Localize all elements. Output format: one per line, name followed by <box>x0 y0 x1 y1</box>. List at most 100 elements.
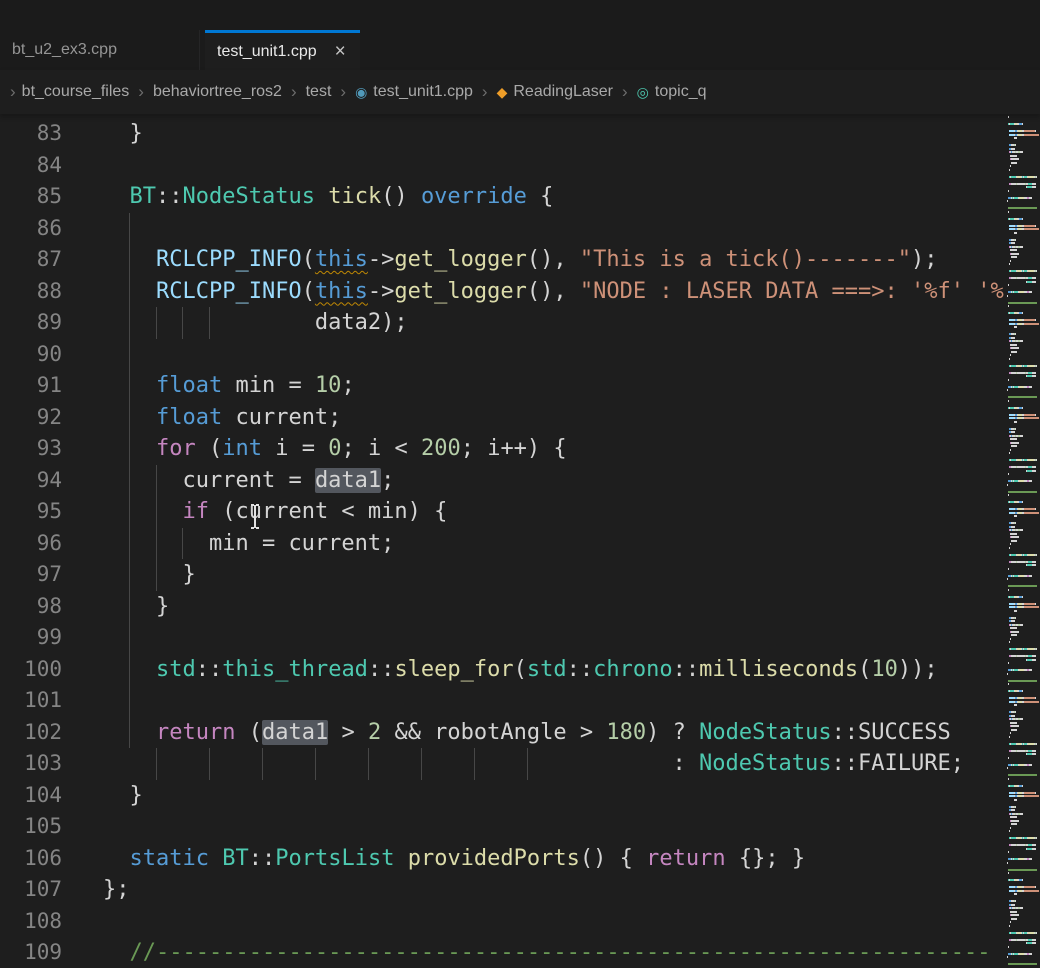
code-line[interactable]: 86 <box>0 213 1004 245</box>
code-text[interactable]: : NodeStatus::FAILURE; <box>62 748 1004 780</box>
vscode-window: bt_u2_ex3.cpp test_unit1.cpp × › bt_cour… <box>0 0 1040 968</box>
indent-guide <box>156 559 157 591</box>
line-number: 106 <box>0 843 62 875</box>
code-line[interactable]: 101 <box>0 685 1004 717</box>
indent-guide <box>156 748 157 780</box>
indent-guide <box>209 748 210 780</box>
breadcrumb-item-test-unit1-cpp[interactable]: ◉ test_unit1.cpp <box>355 83 473 101</box>
code-text[interactable]: } <box>62 780 1004 812</box>
tab-test-unit1-cpp[interactable]: test_unit1.cpp × <box>205 30 360 70</box>
code-text[interactable]: } <box>62 591 1004 623</box>
code-text[interactable]: RCLCPP_INFO(this->get_logger(), "This is… <box>62 244 1004 276</box>
code-line[interactable]: 97 } <box>0 559 1004 591</box>
code-text[interactable]: min = current; <box>62 528 1004 560</box>
breadcrumb-item-topic[interactable]: ◎ topic_q <box>637 83 707 101</box>
indent-guide <box>527 748 528 780</box>
indent-guide <box>129 402 130 434</box>
line-number: 105 <box>0 811 62 843</box>
code-line[interactable]: 90 <box>0 339 1004 371</box>
line-number: 104 <box>0 780 62 812</box>
code-text[interactable] <box>62 811 1004 843</box>
code-line[interactable]: 109 //----------------------------------… <box>0 937 1004 968</box>
code-line[interactable]: 105 <box>0 811 1004 843</box>
code-text[interactable]: current = data1; <box>62 465 1004 497</box>
code-line[interactable]: 85 BT::NodeStatus tick() override { <box>0 181 1004 213</box>
indent-guide <box>129 307 130 339</box>
close-tab-icon[interactable]: × <box>335 42 346 61</box>
breadcrumb-item-label: topic_q <box>655 83 707 101</box>
code-text[interactable]: float min = 10; <box>62 370 1004 402</box>
line-number: 99 <box>0 622 62 654</box>
breadcrumb-item-label: ReadingLaser <box>513 83 613 101</box>
indent-guide <box>262 748 263 780</box>
code-text[interactable] <box>62 339 1004 371</box>
breadcrumb-item-bt-course-files[interactable]: bt_course_files <box>22 83 130 101</box>
chevron-right-icon: › <box>340 82 346 102</box>
code-text[interactable] <box>62 685 1004 717</box>
breadcrumb: › bt_course_files › behaviortree_ros2 › … <box>0 70 1040 114</box>
code-line[interactable]: 83 } <box>0 118 1004 150</box>
indent-guide <box>129 591 130 623</box>
indent-guide <box>129 717 130 749</box>
code-line[interactable]: 102 return (data1 > 2 && robotAngle > 18… <box>0 717 1004 749</box>
code-line[interactable]: 87 RCLCPP_INFO(this->get_logger(), "This… <box>0 244 1004 276</box>
indent-guide <box>129 465 130 497</box>
code-text[interactable]: } <box>62 559 1004 591</box>
code-line[interactable]: 93 for (int i = 0; i < 200; i++) { <box>0 433 1004 465</box>
code-text[interactable]: static BT::PortsList providedPorts() { r… <box>62 843 1004 875</box>
breadcrumb-item-readinglaser[interactable]: ◆ ReadingLaser <box>497 83 613 101</box>
code-text[interactable]: RCLCPP_INFO(this->get_logger(), "NODE : … <box>62 276 1004 308</box>
code-line[interactable]: 107}; <box>0 874 1004 906</box>
line-number: 93 <box>0 433 62 465</box>
indent-guide <box>129 276 130 308</box>
indent-guide <box>315 748 316 780</box>
indent-guide <box>182 307 183 339</box>
code-line[interactable]: 104 } <box>0 780 1004 812</box>
code-line[interactable]: 103 : NodeStatus::FAILURE; <box>0 748 1004 780</box>
code-line[interactable]: 92 float current; <box>0 402 1004 434</box>
code-text[interactable]: BT::NodeStatus tick() override { <box>62 181 1004 213</box>
code-text[interactable] <box>62 213 1004 245</box>
indent-guide <box>129 496 130 528</box>
code-text[interactable]: } <box>62 118 1004 150</box>
breadcrumb-item-label: test_unit1.cpp <box>373 83 473 101</box>
minimap[interactable] <box>1004 114 1040 968</box>
line-number: 94 <box>0 465 62 497</box>
indent-guide <box>129 685 130 717</box>
code-line[interactable]: 91 float min = 10; <box>0 370 1004 402</box>
code-text[interactable] <box>62 906 1004 938</box>
code-line[interactable]: 99 <box>0 622 1004 654</box>
line-number: 89 <box>0 307 62 339</box>
code-text[interactable] <box>62 622 1004 654</box>
code-text[interactable]: for (int i = 0; i < 200; i++) { <box>62 433 1004 465</box>
line-number: 91 <box>0 370 62 402</box>
code-text[interactable]: std::this_thread::sleep_for(std::chrono:… <box>62 654 1004 686</box>
breadcrumb-item-test[interactable]: test <box>306 83 332 101</box>
code-text[interactable]: //--------------------------------------… <box>62 937 1004 968</box>
code-line[interactable]: 98 } <box>0 591 1004 623</box>
code-text[interactable]: return (data1 > 2 && robotAngle > 180) ?… <box>62 717 1004 749</box>
code-text[interactable]: }; <box>62 874 1004 906</box>
indent-guide <box>129 370 130 402</box>
tab-bt-u2-ex3-cpp[interactable]: bt_u2_ex3.cpp <box>0 30 200 70</box>
code-line[interactable]: 88 RCLCPP_INFO(this->get_logger(), "NODE… <box>0 276 1004 308</box>
editor-pane[interactable]: 83 }8485 BT::NodeStatus tick() override … <box>0 114 1004 968</box>
code-line[interactable]: 106 static BT::PortsList providedPorts()… <box>0 843 1004 875</box>
code-line[interactable]: 94 current = data1; <box>0 465 1004 497</box>
code-text[interactable] <box>62 150 1004 182</box>
code-line[interactable]: 95 if (current < min) { <box>0 496 1004 528</box>
line-number: 108 <box>0 906 62 938</box>
code-text[interactable]: if (current < min) { <box>62 496 1004 528</box>
code-line[interactable]: 100 std::this_thread::sleep_for(std::chr… <box>0 654 1004 686</box>
indent-guide <box>129 654 130 686</box>
code-text[interactable]: data2); <box>62 307 1004 339</box>
code-line[interactable]: 96 min = current; <box>0 528 1004 560</box>
code-text[interactable]: float current; <box>62 402 1004 434</box>
code-line[interactable]: 89 data2); <box>0 307 1004 339</box>
indent-guide <box>129 213 130 245</box>
code-line[interactable]: 84 <box>0 150 1004 182</box>
code-line[interactable]: 108 <box>0 906 1004 938</box>
breadcrumb-item-behaviortree-ros2[interactable]: behaviortree_ros2 <box>153 83 282 101</box>
line-number: 95 <box>0 496 62 528</box>
chevron-right-icon: › <box>622 82 628 102</box>
